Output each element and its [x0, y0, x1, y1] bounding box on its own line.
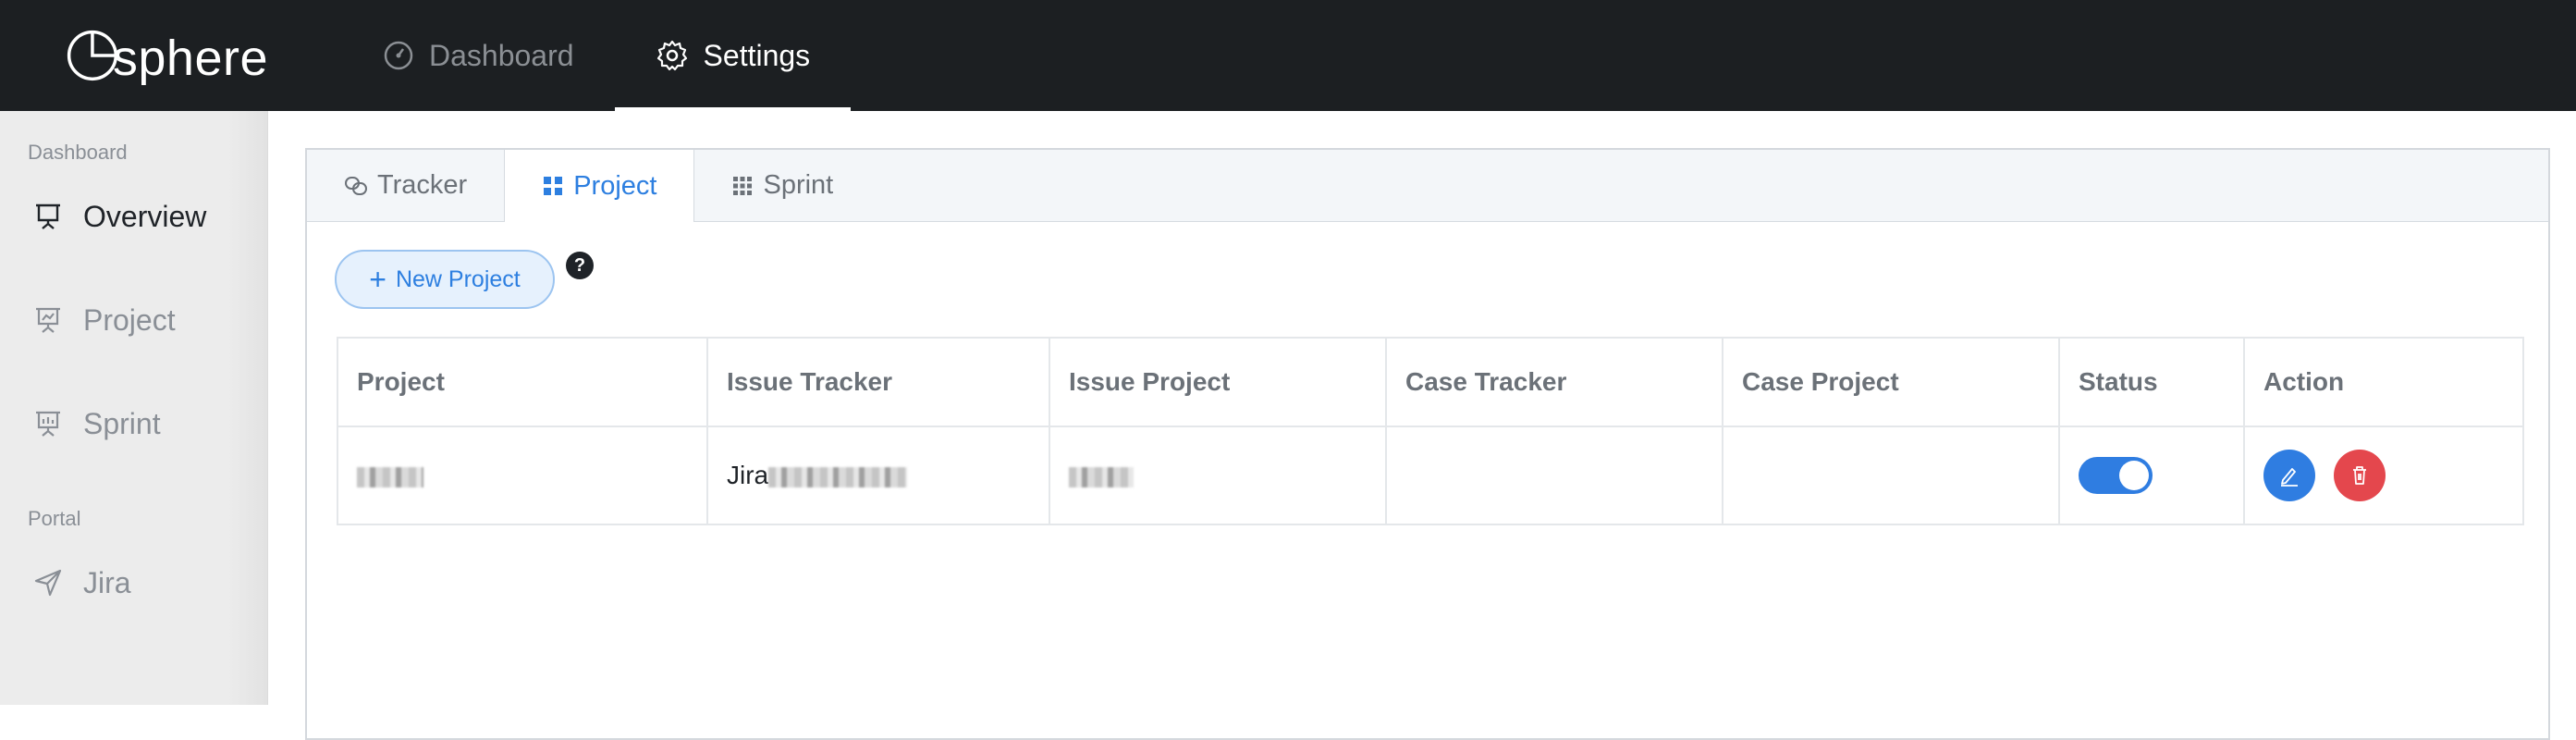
column-header[interactable]: Status [2058, 337, 2245, 427]
sidebar: Dashboard Overview Project Sprint Portal… [0, 111, 268, 705]
sidebar-item-label: Sprint [83, 406, 161, 440]
new-project-button[interactable]: + New Project [335, 250, 555, 309]
new-project-label: New Project [395, 265, 521, 292]
trash-icon [2353, 466, 2366, 485]
presentation-icon [33, 202, 67, 231]
sidebar-item-label: Jira [83, 565, 131, 599]
sidebar-item-sprint[interactable]: Sprint [0, 372, 267, 475]
sidebar-item-label: Project [83, 302, 176, 337]
help-icon[interactable]: ? [566, 252, 594, 279]
cell-case-tracker [1385, 426, 1723, 525]
delete-button[interactable] [2334, 450, 2386, 501]
presentation-chart-icon [33, 305, 67, 335]
redacted-text [1069, 466, 1134, 487]
nav-dashboard-label: Dashboard [429, 38, 574, 72]
tab-tracker[interactable]: Tracker [307, 150, 504, 221]
sidebar-section-dashboard: Dashboard [28, 141, 128, 164]
logo-text: sphere [112, 31, 268, 86]
settings-panel: Tracker Project Sprint + New Project ? P… [305, 148, 2550, 740]
sidebar-section-portal: Portal [28, 507, 81, 530]
sidebar-item-overview[interactable]: Overview [0, 165, 267, 268]
column-header[interactable]: Project [337, 337, 708, 427]
toolbar: + New Project ? [307, 222, 2548, 337]
tab-project[interactable]: Project [504, 150, 695, 222]
issue-tracker-prefix: Jira [727, 461, 769, 489]
tab-sprint[interactable]: Sprint [694, 150, 870, 221]
gear-icon [656, 39, 689, 72]
top-nav: Dashboard Settings [342, 0, 851, 111]
cell-status [2058, 426, 2245, 525]
tab-tracker-label: Tracker [377, 170, 468, 200]
nav-settings-label: Settings [703, 38, 811, 72]
edit-button[interactable] [2263, 450, 2315, 501]
cell-issue-project [1049, 426, 1387, 525]
edit-icon [2281, 468, 2298, 487]
tab-bar: Tracker Project Sprint [307, 150, 2548, 222]
column-header[interactable]: Case Tracker [1385, 337, 1723, 427]
send-icon [33, 568, 67, 598]
sidebar-item-jira[interactable]: Jira [0, 531, 267, 635]
plus-icon: + [369, 263, 386, 296]
grid-icon [542, 175, 564, 197]
redacted-text [768, 466, 908, 487]
table-header-row: Project Issue Tracker Issue Project Case… [337, 337, 2524, 427]
presentation-chart-icon [33, 409, 67, 438]
cell-case-project [1722, 426, 2060, 525]
top-navbar: sphere Dashboard Settings [0, 0, 2576, 111]
projects-table: Project Issue Tracker Issue Project Case… [337, 337, 2524, 525]
nav-dashboard[interactable]: Dashboard [342, 0, 615, 111]
sidebar-item-label: Overview [83, 199, 207, 233]
tab-sprint-label: Sprint [763, 170, 834, 200]
cell-issue-tracker: Jira [706, 426, 1050, 525]
grid-dots-icon [731, 175, 754, 197]
nav-settings[interactable]: Settings [614, 0, 852, 111]
logo-icon [67, 30, 118, 81]
redacted-text [357, 466, 423, 487]
column-header[interactable]: Action [2243, 337, 2524, 427]
column-header[interactable]: Case Project [1722, 337, 2060, 427]
link-icon [344, 174, 368, 198]
sidebar-item-project[interactable]: Project [0, 268, 267, 372]
status-toggle[interactable] [2079, 457, 2153, 494]
cell-action [2243, 426, 2524, 525]
column-header[interactable]: Issue Tracker [706, 337, 1050, 427]
table-row: Jira [337, 426, 2524, 525]
speedometer-icon [383, 40, 414, 71]
column-header[interactable]: Issue Project [1049, 337, 1387, 427]
app-logo[interactable]: sphere [0, 0, 268, 111]
cell-project [337, 426, 708, 525]
tab-project-label: Project [573, 170, 657, 201]
